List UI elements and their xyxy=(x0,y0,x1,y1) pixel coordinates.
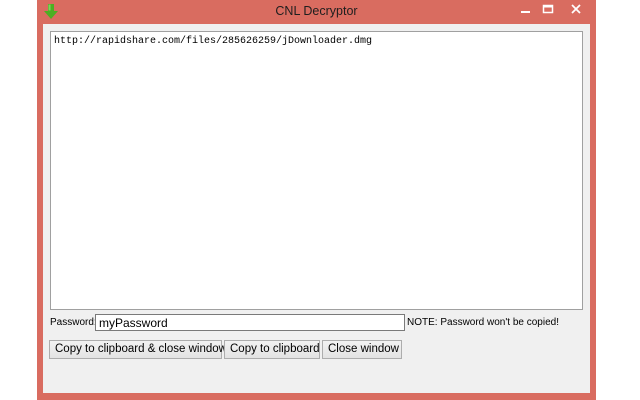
links-textarea[interactable]: http://rapidshare.com/files/285626259/jD… xyxy=(50,31,583,310)
minimize-icon[interactable] xyxy=(515,0,537,20)
password-label: Password: xyxy=(50,317,97,328)
copy-to-clipboard-button[interactable]: Copy to clipboard xyxy=(224,340,320,359)
title-bar[interactable]: CNL Decryptor xyxy=(37,0,596,24)
maximize-icon[interactable] xyxy=(537,0,559,20)
window-client-area: http://rapidshare.com/files/285626259/jD… xyxy=(43,24,590,393)
copy-and-close-button[interactable]: Copy to clipboard & close window xyxy=(49,340,222,359)
password-input[interactable] xyxy=(95,314,405,331)
close-window-button[interactable]: Close window xyxy=(322,340,402,359)
window-title: CNL Decryptor xyxy=(37,4,596,18)
password-note: NOTE: Password won't be copied! xyxy=(407,317,559,328)
app-window: CNL Decryptor http://rapidshare.com/file… xyxy=(37,0,596,400)
close-icon[interactable] xyxy=(561,0,591,20)
